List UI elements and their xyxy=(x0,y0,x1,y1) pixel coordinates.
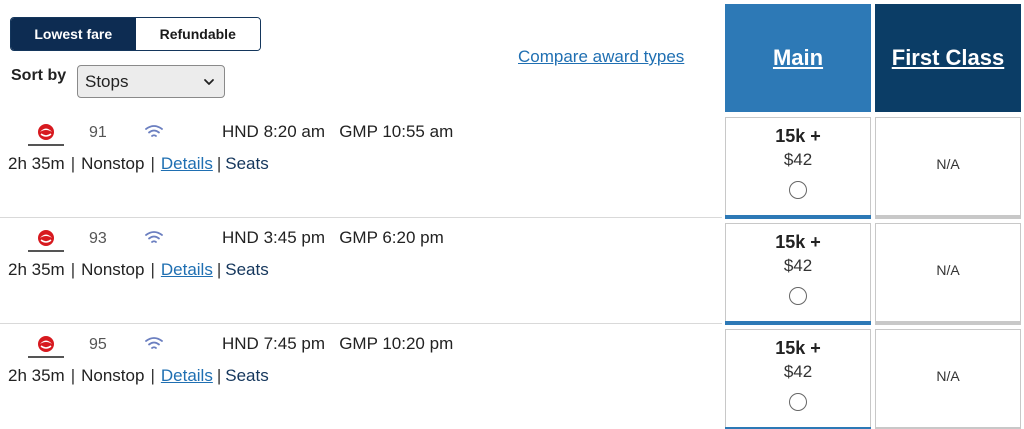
seats-link[interactable]: Seats xyxy=(225,260,268,279)
arrive-airport: GMP xyxy=(339,228,378,247)
refundable-option[interactable]: Refundable xyxy=(135,18,260,50)
arrive-airport: GMP xyxy=(339,334,378,353)
column-header-main[interactable]: Main xyxy=(725,4,871,112)
sort-label: Sort by xyxy=(11,67,67,84)
flight-row: 91 HND 8:20 am GMP 10:55 am 2h 35m | Nonst… xyxy=(0,112,722,218)
stops: Nonstop xyxy=(81,154,145,173)
flight-info: 2h 35m | Nonstop | Details | Seats xyxy=(8,260,269,279)
first-class-fare-cell: N/A xyxy=(875,117,1021,219)
first-class-unavailable: N/A xyxy=(936,156,960,172)
compare-award-types-link[interactable]: Compare award types xyxy=(518,47,684,67)
main-fare-cell[interactable]: 15k + $42 xyxy=(725,329,871,429)
main-fare-cell[interactable]: 15k + $42 xyxy=(725,117,871,219)
duration: 2h 35m xyxy=(8,366,65,385)
japan-airlines-logo-icon xyxy=(28,124,64,146)
first-class-unavailable: N/A xyxy=(936,368,960,384)
flight-times: HND 8:20 am GMP 10:55 am xyxy=(222,122,453,142)
main-cell-bar xyxy=(725,321,871,325)
details-link[interactable]: Details xyxy=(161,366,213,385)
stops: Nonstop xyxy=(81,366,145,385)
details-link[interactable]: Details xyxy=(161,154,213,173)
depart-airport: HND xyxy=(222,228,259,247)
main-tax: $42 xyxy=(783,256,813,275)
depart-airport: HND xyxy=(222,122,259,141)
wifi-icon xyxy=(145,337,163,349)
seats-link[interactable]: Seats xyxy=(225,154,268,173)
duration: 2h 35m xyxy=(8,260,65,279)
flight-times: HND 3:45 pm GMP 6:20 pm xyxy=(222,228,444,248)
flight-number: 93 xyxy=(89,230,107,247)
arrive-time: 10:55 am xyxy=(382,122,454,141)
arrive-airport: GMP xyxy=(339,122,378,141)
first-class-fare-cell: N/A xyxy=(875,223,1021,325)
first-class-unavailable: N/A xyxy=(936,262,960,278)
first-class-fare-cell: N/A xyxy=(875,329,1021,429)
depart-time: 8:20 am xyxy=(263,122,326,141)
depart-time: 7:45 pm xyxy=(263,334,326,353)
first-cell-bar xyxy=(875,215,1021,219)
column-header-first-class[interactable]: First Class xyxy=(875,4,1021,112)
depart-time: 3:45 pm xyxy=(263,228,326,247)
details-link[interactable]: Details xyxy=(161,260,213,279)
sort-select[interactable]: Stops xyxy=(77,65,225,98)
lowest-fare-option[interactable]: Lowest fare xyxy=(11,18,136,50)
flight-row: 93 HND 3:45 pm GMP 6:20 pm 2h 35m | Nonsto… xyxy=(0,218,722,324)
wifi-icon xyxy=(145,125,163,137)
main-miles: 15k + xyxy=(775,232,821,252)
stops: Nonstop xyxy=(81,260,145,279)
main-miles: 15k + xyxy=(775,126,821,146)
flight-number: 91 xyxy=(89,124,107,141)
flight-number: 95 xyxy=(89,336,107,353)
wifi-icon xyxy=(145,231,163,243)
main-tax: $42 xyxy=(783,150,813,169)
main-fare-cell[interactable]: 15k + $42 xyxy=(725,223,871,325)
main-cell-bar xyxy=(725,215,871,219)
fare-radio[interactable] xyxy=(789,393,807,411)
flight-info: 2h 35m | Nonstop | Details | Seats xyxy=(8,154,269,173)
main-miles: 15k + xyxy=(775,338,821,358)
first-cell-bar xyxy=(875,321,1021,325)
fare-radio[interactable] xyxy=(789,287,807,305)
flight-times: HND 7:45 pm GMP 10:20 pm xyxy=(222,334,453,354)
fare-radio[interactable] xyxy=(789,181,807,199)
flight-row: 95 HND 7:45 pm GMP 10:20 pm 2h 35m | Nonst… xyxy=(0,324,722,429)
depart-airport: HND xyxy=(222,334,259,353)
flight-info: 2h 35m | Nonstop | Details | Seats xyxy=(8,366,269,385)
japan-airlines-logo-icon xyxy=(28,230,64,252)
japan-airlines-logo-icon xyxy=(28,336,64,358)
arrive-time: 6:20 pm xyxy=(382,228,444,247)
fare-type-toggle: Lowest fare Refundable xyxy=(10,17,261,51)
sort-selected-value: Stops xyxy=(85,71,129,91)
arrive-time: 10:20 pm xyxy=(382,334,454,353)
main-tax: $42 xyxy=(783,362,813,381)
chevron-down-icon xyxy=(204,79,214,85)
seats-link[interactable]: Seats xyxy=(225,366,268,385)
duration: 2h 35m xyxy=(8,154,65,173)
